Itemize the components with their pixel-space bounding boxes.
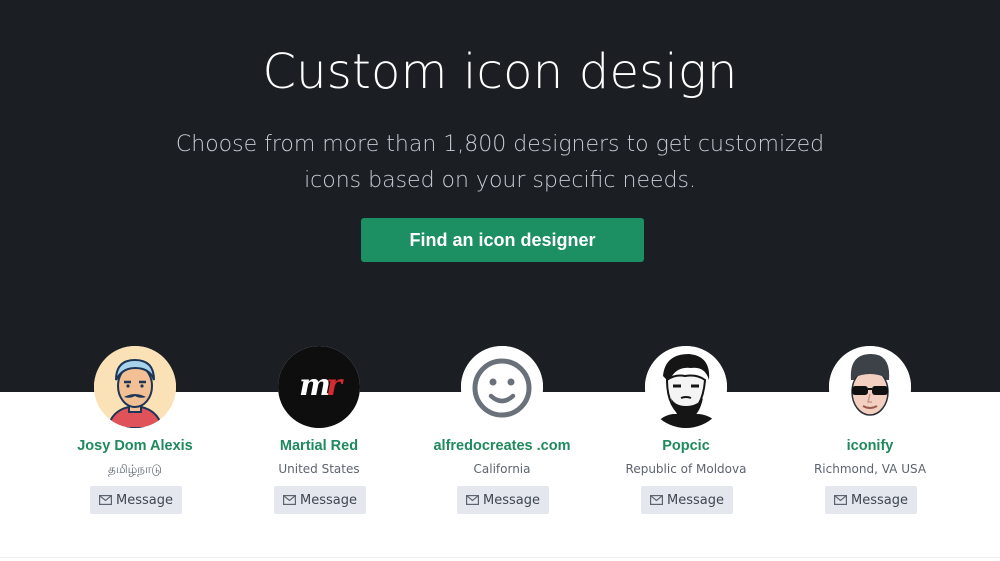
- svg-text:r: r: [326, 368, 344, 403]
- hero-title: Custom icon design: [262, 44, 738, 100]
- find-designer-button[interactable]: Find an icon designer: [361, 218, 644, 262]
- hero-subtitle: Choose from more than 1,800 designers to…: [150, 127, 850, 199]
- message-label: Message: [667, 492, 724, 508]
- mustache-man-icon: [94, 346, 176, 428]
- designer-name[interactable]: Popcic: [586, 438, 786, 454]
- envelope-icon: [466, 495, 479, 505]
- designer-location: Republic of Moldova: [625, 462, 747, 476]
- designer-location: தமிழ்நாடு: [108, 462, 162, 476]
- message-button[interactable]: Message: [825, 486, 917, 514]
- envelope-icon: [99, 495, 112, 505]
- envelope-icon: [283, 495, 296, 505]
- section-divider: [0, 557, 1000, 558]
- mr-logo-avatar[interactable]: m r: [278, 346, 360, 428]
- designer-name[interactable]: Josy Dom Alexis: [35, 438, 235, 454]
- envelope-icon: [650, 495, 663, 505]
- mr-logo-icon: m r: [278, 346, 360, 428]
- bearded-man-avatar[interactable]: [645, 346, 727, 428]
- message-label: Message: [116, 492, 173, 508]
- smiley-face-icon: [461, 346, 543, 428]
- bearded-man-icon: [645, 346, 727, 428]
- designer-location: Richmond, VA USA: [813, 462, 927, 476]
- designer-name[interactable]: Martial Red: [219, 438, 419, 454]
- designer-name[interactable]: iconify: [770, 438, 970, 454]
- message-button[interactable]: Message: [274, 486, 366, 514]
- mustache-man-avatar[interactable]: [94, 346, 176, 428]
- sunglasses-man-icon: [829, 346, 911, 428]
- hero-section: Custom icon design Choose from more than…: [0, 0, 1000, 392]
- designer-location: California: [473, 462, 531, 476]
- envelope-icon: [834, 495, 847, 505]
- message-button[interactable]: Message: [90, 486, 182, 514]
- message-label: Message: [300, 492, 357, 508]
- message-button[interactable]: Message: [641, 486, 733, 514]
- designer-location: United States: [278, 462, 360, 476]
- message-label: Message: [483, 492, 540, 508]
- hero-subtitle-line-2: icons based on your specific needs.: [304, 168, 696, 193]
- message-label: Message: [851, 492, 908, 508]
- smiley-face-avatar[interactable]: [461, 346, 543, 428]
- sunglasses-man-avatar[interactable]: [829, 346, 911, 428]
- message-button[interactable]: Message: [457, 486, 549, 514]
- hero-subtitle-line-1: Choose from more than 1,800 designers to…: [175, 132, 825, 157]
- designer-name[interactable]: alfredocreates .com: [402, 438, 602, 454]
